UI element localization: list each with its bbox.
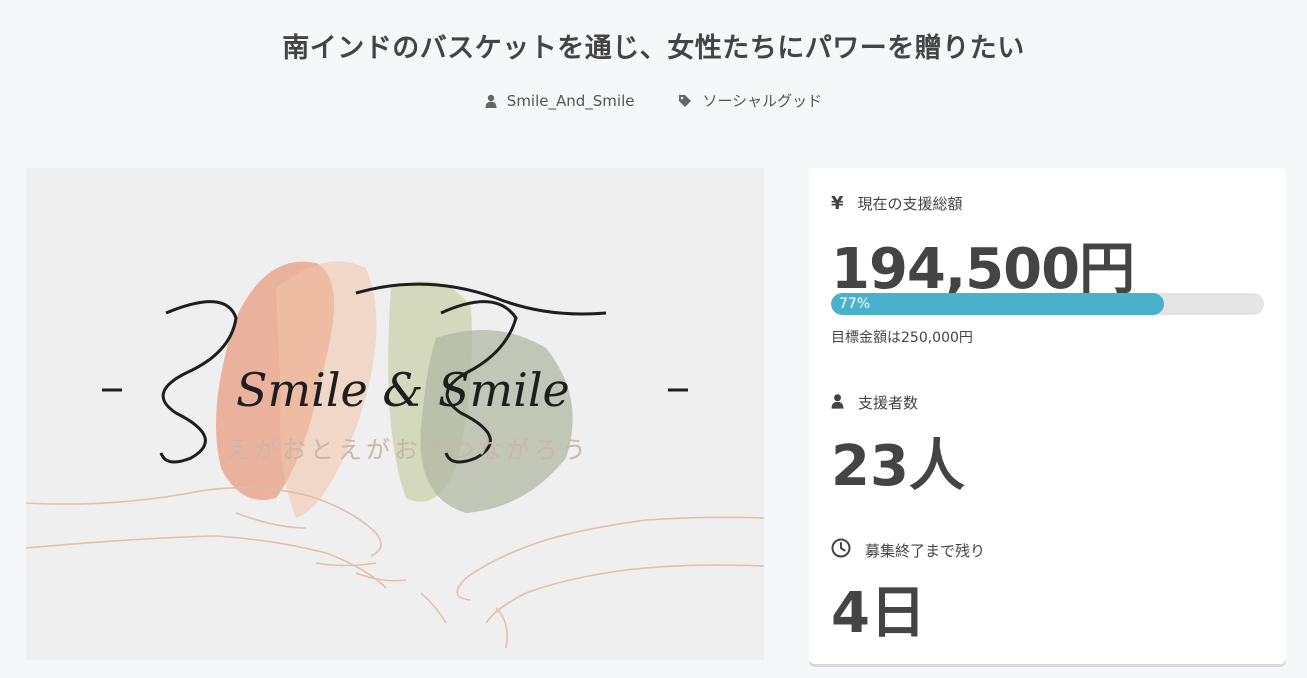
logo-text: Smile & Smile <box>236 363 570 417</box>
goal-text: 目標金額は250,000円 <box>831 330 973 346</box>
user-icon <box>831 393 844 413</box>
remaining-label: 募集終了まで残り <box>831 538 985 562</box>
category-link[interactable]: ソーシャルグッド <box>678 90 822 111</box>
owner-link[interactable]: Smile_And_Smile <box>485 90 635 111</box>
tag-icon <box>678 94 692 108</box>
backers-value: 23人 <box>831 434 965 499</box>
project-meta: Smile_And_Smile ソーシャルグッド <box>0 90 1307 111</box>
progress-bar: 77% <box>831 293 1264 315</box>
progress-fill: 77% <box>831 293 1165 315</box>
owner-name: Smile_And_Smile <box>506 91 635 110</box>
clock-icon <box>831 538 851 562</box>
remaining-value: 4日 <box>831 581 926 646</box>
amount-label: ¥ 現在の支援総額 <box>831 193 963 214</box>
yen-icon: ¥ <box>831 193 844 214</box>
category-name: ソーシャルグッド <box>702 92 823 110</box>
logo-subtitle: えがおとえがおでつながろう <box>226 436 590 464</box>
user-icon <box>485 94 497 108</box>
page-title: 南インドのバスケットを通じ、女性たちにパワーを贈りたい <box>282 33 1025 64</box>
project-hero-image: Smile & Smile えがおとえがおでつながろう <box>26 168 764 660</box>
funding-stats-panel: ¥ 現在の支援総額 194,500円 77% 目標金額は250,000円 支援者… <box>809 168 1286 664</box>
backers-label: 支援者数 <box>831 392 918 413</box>
